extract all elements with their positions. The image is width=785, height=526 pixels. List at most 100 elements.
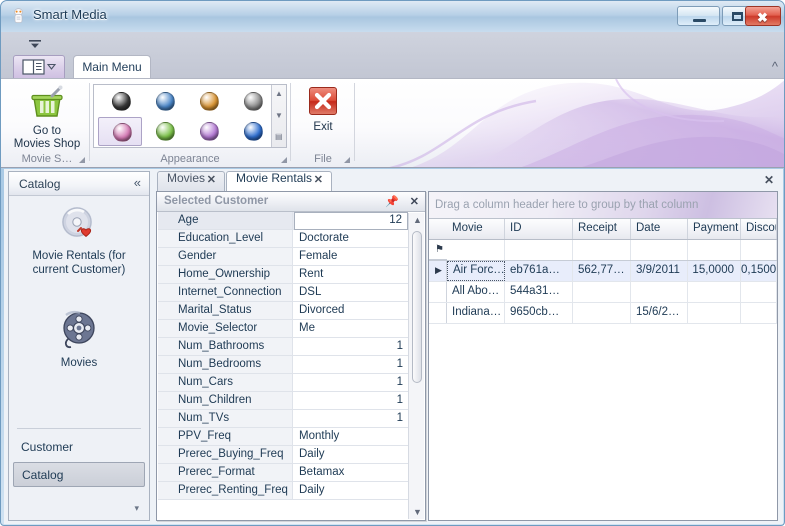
property-value[interactable]: Monthly: [294, 428, 408, 445]
gallery-item-skin-violet[interactable]: [186, 117, 230, 146]
quick-access-dropdown-icon[interactable]: [27, 37, 43, 51]
property-value[interactable]: Daily: [294, 482, 408, 499]
column-header-id[interactable]: ID: [505, 219, 573, 239]
table-row[interactable]: Indiana… 9650cb… 15/6/2…: [429, 303, 777, 324]
column-header-payment[interactable]: Payment: [688, 219, 741, 239]
table-row[interactable]: All Abo… 544a31…: [429, 282, 777, 303]
cell-receipt[interactable]: [573, 282, 631, 302]
column-header-date[interactable]: Date: [631, 219, 688, 239]
tab-close-icon[interactable]: ✕: [207, 173, 216, 186]
sidebar-item-movies[interactable]: Movies: [9, 309, 149, 370]
filter-cell-date[interactable]: [631, 240, 688, 260]
property-row[interactable]: Num_TVs 1: [158, 410, 408, 428]
gallery-scrollbar[interactable]: ▲ ▼ ▤: [271, 85, 286, 147]
cell-date[interactable]: [631, 282, 688, 302]
property-row[interactable]: Num_Cars 1: [158, 374, 408, 392]
property-value[interactable]: 1: [294, 392, 408, 409]
close-icon[interactable]: ✕: [410, 195, 419, 208]
application-menu-button[interactable]: [13, 55, 65, 78]
filter-cell-receipt[interactable]: [573, 240, 631, 260]
cell-payment[interactable]: 15,0000: [688, 261, 741, 281]
filter-cell-discount[interactable]: [741, 240, 777, 260]
scroll-up-icon[interactable]: ▲: [413, 215, 422, 225]
gallery-scroll-up-icon[interactable]: ▲: [275, 89, 283, 98]
property-value[interactable]: DSL: [294, 284, 408, 301]
minimize-button[interactable]: [677, 6, 720, 26]
cell-discount[interactable]: [741, 303, 777, 323]
cell-receipt[interactable]: [573, 303, 631, 323]
cell-date[interactable]: 15/6/2…: [631, 303, 688, 323]
dialog-launcher-movie-shop[interactable]: [79, 157, 85, 163]
navigation-collapse-icon[interactable]: «: [134, 175, 141, 190]
gallery-item-skin-green[interactable]: [142, 117, 186, 146]
tab-close-icon[interactable]: ✕: [314, 173, 323, 186]
property-row[interactable]: Home_Ownership Rent: [158, 266, 408, 284]
ribbon-collapse-icon[interactable]: ^: [772, 59, 778, 74]
property-value[interactable]: Divorced: [294, 302, 408, 319]
tab-movie-rentals[interactable]: Movie Rentals ✕: [226, 171, 332, 191]
property-grid-scrollbar[interactable]: ▲ ▼: [408, 213, 424, 519]
property-grid[interactable]: Age 12 Education_Level Doctorate Gender Femal…: [158, 212, 408, 520]
property-row[interactable]: Prerec_Format Betamax: [158, 464, 408, 482]
column-header-receipt[interactable]: Receipt: [573, 219, 631, 239]
property-value[interactable]: Betamax: [294, 464, 408, 481]
filter-cell-id[interactable]: [505, 240, 573, 260]
property-value[interactable]: 1: [294, 338, 408, 355]
cell-payment[interactable]: [688, 282, 741, 302]
close-active-tab-icon[interactable]: ✕: [764, 173, 774, 187]
cell-discount[interactable]: 0,1500: [741, 261, 777, 281]
property-row[interactable]: Marital_Status Divorced: [158, 302, 408, 320]
property-value[interactable]: Doctorate: [294, 230, 408, 247]
property-value[interactable]: Daily: [294, 446, 408, 463]
scroll-down-icon[interactable]: ▼: [413, 507, 422, 517]
navigation-more-icon[interactable]: ▾: [134, 503, 139, 514]
go-to-movies-shop-button[interactable]: Go to Movies Shop: [9, 83, 85, 151]
exit-button[interactable]: Exit: [296, 83, 350, 151]
column-header-movie[interactable]: Movie: [447, 219, 505, 239]
property-value[interactable]: Me: [294, 320, 408, 337]
property-row[interactable]: Prerec_Renting_Freq Daily: [158, 482, 408, 500]
property-row[interactable]: Num_Children 1: [158, 392, 408, 410]
property-value[interactable]: 1: [294, 374, 408, 391]
filter-icon[interactable]: ⚑: [435, 244, 444, 255]
appearance-gallery[interactable]: ▲ ▼ ▤: [93, 84, 287, 148]
column-header-discount[interactable]: Discount: [741, 219, 777, 239]
gallery-item-skin-blue[interactable]: [142, 87, 186, 116]
property-row[interactable]: Internet_Connection DSL: [158, 284, 408, 302]
property-row[interactable]: Education_Level Doctorate: [158, 230, 408, 248]
gallery-item-skin-deepblue[interactable]: [230, 117, 274, 146]
cell-discount[interactable]: [741, 282, 777, 302]
cell-movie[interactable]: Indiana…: [447, 303, 505, 323]
grid-filter-row[interactable]: ⚑: [429, 240, 777, 261]
pin-icon[interactable]: 📌: [385, 195, 399, 208]
group-by-panel[interactable]: Drag a column header here to group by th…: [429, 192, 777, 219]
cell-payment[interactable]: [688, 303, 741, 323]
cell-id[interactable]: 9650cb…: [505, 303, 573, 323]
dialog-launcher-file[interactable]: [344, 157, 350, 163]
cell-id[interactable]: eb761a…: [505, 261, 573, 281]
tab-movies[interactable]: Movies ✕: [157, 171, 225, 191]
gallery-expand-icon[interactable]: ▤: [275, 132, 283, 141]
close-window-button[interactable]: ✖: [745, 6, 781, 26]
property-value[interactable]: 12: [294, 212, 408, 230]
property-row[interactable]: Gender Female: [158, 248, 408, 266]
cell-id[interactable]: 544a31…: [505, 282, 573, 302]
property-value[interactable]: Rent: [294, 266, 408, 283]
scrollbar-thumb[interactable]: [412, 231, 422, 383]
gallery-item-skin-pink-disc[interactable]: [98, 117, 142, 146]
gallery-item-skin-gray-disc[interactable]: [230, 87, 274, 116]
property-row[interactable]: Movie_Selector Me: [158, 320, 408, 338]
dialog-launcher-appearance[interactable]: [281, 157, 287, 163]
cell-movie[interactable]: Air Forc…: [447, 261, 505, 281]
filter-cell-movie[interactable]: [447, 240, 505, 260]
sidebar-item-movie-rentals[interactable]: Movie Rentals (for current Customer): [9, 204, 149, 277]
property-row[interactable]: PPV_Freq Monthly: [158, 428, 408, 446]
sidebar-item-catalog[interactable]: Catalog: [13, 462, 145, 487]
property-value[interactable]: Female: [294, 248, 408, 265]
table-row[interactable]: ▶ Air Forc… eb761a… 562,77… 3/9/2011 15,0000 0…: [429, 261, 777, 282]
property-value[interactable]: 1: [294, 356, 408, 373]
cell-receipt[interactable]: 562,77…: [573, 261, 631, 281]
gallery-item-skin-orange[interactable]: [186, 87, 230, 116]
filter-cell-payment[interactable]: [688, 240, 741, 260]
property-value[interactable]: 1: [294, 410, 408, 427]
